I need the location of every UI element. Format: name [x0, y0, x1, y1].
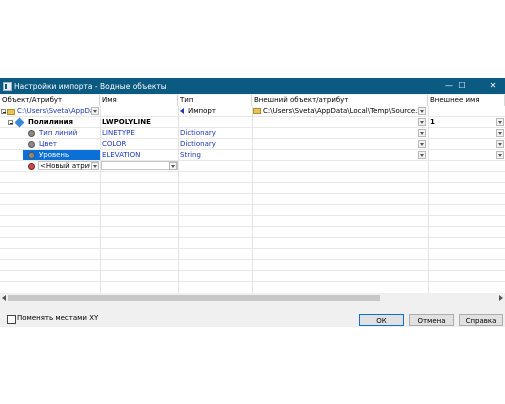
type-cell[interactable]: Dictionary — [180, 128, 250, 138]
swap-xy-checkbox[interactable] — [7, 315, 16, 324]
external-name-dropdown[interactable] — [496, 118, 504, 126]
new-attribute-icon — [28, 163, 35, 170]
column-header-external-object[interactable]: Внешний объект/атрибут — [252, 95, 428, 106]
attribute-icon — [28, 152, 35, 159]
column-header-name[interactable]: Имя — [100, 95, 178, 106]
scroll-left-icon[interactable] — [2, 295, 6, 301]
tree-item-color[interactable]: Цвет — [39, 139, 99, 149]
external-name-cell[interactable]: 1 — [430, 117, 490, 127]
type-cell: Импорт — [188, 107, 216, 115]
external-object-dropdown[interactable] — [418, 140, 426, 148]
new-attribute-name-combo[interactable] — [101, 161, 178, 170]
window-title: Настройки импорта - Водные объекты — [14, 82, 167, 91]
tree-item-elevation[interactable]: Уровень — [39, 150, 99, 160]
name-cell[interactable]: ELEVATION — [102, 150, 176, 160]
column-header-object[interactable]: Объект/Атрибут — [0, 95, 100, 106]
app-icon — [3, 82, 12, 91]
collapse-toggle[interactable] — [1, 109, 6, 114]
new-attribute-label[interactable]: <Новый атрибут> — [40, 161, 90, 171]
folder-icon — [7, 109, 15, 115]
attribute-icon — [28, 130, 35, 137]
type-cell[interactable]: Dictionary — [180, 139, 250, 149]
source-file-path: C:\Users\Sveta\AppData\... — [17, 107, 91, 115]
close-button[interactable]: ✕ — [482, 78, 504, 94]
external-object-dropdown[interactable] — [418, 118, 426, 126]
name-cell[interactable]: LWPOLYLINE — [102, 117, 176, 127]
import-settings-window: Настройки импорта - Водные объекты — ☐ ✕… — [0, 78, 505, 327]
scroll-right-icon[interactable] — [499, 295, 503, 301]
external-name-dropdown[interactable] — [496, 151, 504, 159]
scroll-thumb[interactable] — [8, 295, 380, 301]
attribute-icon — [28, 141, 35, 148]
collapse-toggle[interactable] — [8, 120, 13, 125]
external-object-dropdown[interactable] — [418, 129, 426, 137]
column-header-external-name[interactable]: Внешнее имя — [428, 95, 505, 106]
external-object-dropdown[interactable] — [418, 151, 426, 159]
type-cell[interactable]: String — [180, 150, 250, 160]
external-object-cell: C:\Users\Sveta\AppData\Local\Temp\Source… — [263, 107, 418, 115]
swap-xy-label[interactable]: Поменять местами XY — [17, 313, 127, 323]
tree-item-polyline[interactable]: Полилиния — [28, 117, 98, 127]
import-arrow-icon — [180, 108, 184, 114]
help-button[interactable]: Справка — [459, 314, 503, 326]
external-name-dropdown[interactable] — [496, 129, 504, 137]
ok-button[interactable]: ОК — [359, 314, 404, 326]
column-header-type[interactable]: Тип — [178, 95, 252, 106]
name-cell[interactable]: COLOR — [102, 139, 176, 149]
horizontal-scrollbar[interactable] — [0, 293, 505, 303]
maximize-button[interactable]: ☐ — [451, 78, 473, 94]
tree-item-linetype[interactable]: Тип линий — [39, 128, 99, 138]
titlebar[interactable]: Настройки импорта - Водные объекты — ☐ ✕ — [0, 78, 505, 94]
external-name-dropdown[interactable] — [496, 140, 504, 148]
new-attribute-dropdown[interactable] — [91, 162, 99, 170]
name-cell[interactable]: LINETYPE — [102, 128, 176, 138]
new-attribute-name-dropdown[interactable] — [169, 162, 177, 170]
cancel-button[interactable]: Отмена — [409, 314, 454, 326]
folder-icon — [253, 108, 261, 114]
source-file-dropdown[interactable] — [91, 107, 99, 115]
external-object-dropdown[interactable] — [418, 107, 426, 115]
